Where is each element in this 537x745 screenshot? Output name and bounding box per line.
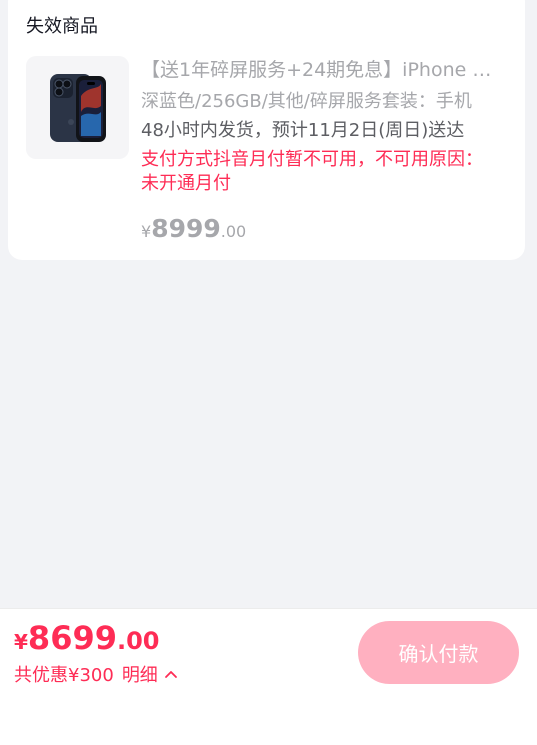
discount-label: 共优惠¥300	[14, 665, 114, 686]
phone-product-image	[50, 74, 106, 142]
total-price: ¥8699.00	[14, 619, 160, 657]
delivery-estimate: 48小时内发货，预计11月2日(周日)送达	[141, 120, 465, 141]
product-title[interactable]: 【送1年碎屏服务+24期免息】iPhone 17 Pro	[141, 58, 503, 82]
invalid-items-card: 失效商品 【送1年碎屏服务+24期免息】iPhone 17 Pro 深蓝色/25…	[8, 0, 525, 260]
chevron-up-icon	[164, 671, 177, 678]
product-spec: 深蓝色/256GB/其他/碎屏服务套装：手机	[141, 91, 472, 112]
item-price-integer: 8999	[151, 214, 221, 243]
price-detail-toggle[interactable]: 明细	[122, 661, 178, 687]
payment-unavailable-warning: 支付方式抖音月付暂不可用，不可用原因：未开通月付	[141, 149, 483, 194]
detail-label: 明细	[121, 665, 158, 686]
checkout-bar: ¥8699.00 共优惠¥300 明细 确认付款	[0, 608, 537, 745]
product-image[interactable]	[26, 56, 129, 159]
confirm-payment-button[interactable]: 确认付款	[358, 621, 519, 684]
discount-summary: 共优惠¥300 明细	[14, 661, 178, 687]
item-price-decimal: .00	[220, 222, 247, 241]
section-title: 失效商品	[26, 16, 98, 37]
item-price: ¥8999.00	[141, 214, 246, 243]
item-price-currency: ¥	[141, 222, 152, 241]
total-price-currency: ¥	[14, 630, 28, 654]
total-price-decimal: .00	[116, 627, 160, 655]
total-price-integer: 8699	[27, 619, 117, 657]
